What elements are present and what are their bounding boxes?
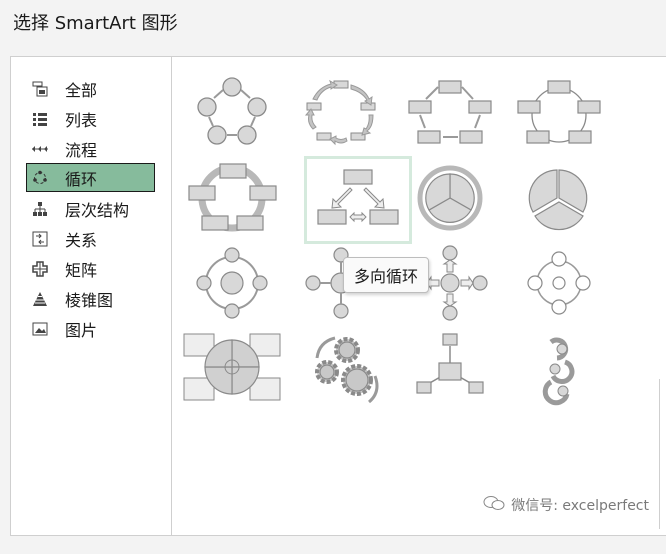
radial-venn-tile[interactable] xyxy=(398,328,502,412)
category-label: 图片 xyxy=(65,320,98,340)
hierarchy-icon xyxy=(29,198,51,220)
category-label: 矩阵 xyxy=(65,260,98,280)
category-label: 层次结构 xyxy=(65,200,130,220)
picture-icon xyxy=(29,318,51,340)
basic-cycle-tile[interactable] xyxy=(180,71,284,155)
radial-cycle-tile[interactable] xyxy=(180,243,284,327)
title-bar: 选择 SmartArt 图形 xyxy=(0,0,666,44)
text-cycle-tile[interactable] xyxy=(289,71,393,155)
cycle-matrix-radial-tile[interactable] xyxy=(507,243,611,327)
process-icon xyxy=(29,138,51,160)
category-label: 流程 xyxy=(65,140,98,160)
cycle-matrix-tile[interactable] xyxy=(180,328,284,412)
category-list-item[interactable]: 列表 xyxy=(27,105,154,132)
list-icon xyxy=(29,108,51,130)
category-hierarchy[interactable]: 层次结构 xyxy=(27,195,154,222)
watermark: 微信号: excelperfect xyxy=(483,495,649,515)
category-label: 棱锥图 xyxy=(65,290,114,310)
gallery-scrollbar[interactable] xyxy=(659,379,666,529)
basic-pie-tile[interactable] xyxy=(507,158,611,242)
category-picture[interactable]: 图片 xyxy=(27,315,154,342)
dialog-title: 选择 SmartArt 图形 xyxy=(13,13,178,34)
dialog-body: 全部 列表 流程 循环 层次结构 关系 矩阵 棱锥图 图片 多向循环 微信号: … xyxy=(10,56,666,536)
cycle-icon xyxy=(29,167,51,189)
relationship-icon xyxy=(29,228,51,250)
category-label: 全部 xyxy=(65,80,98,100)
category-process[interactable]: 流程 xyxy=(27,135,154,162)
multidirectional-cycle-tile[interactable] xyxy=(304,156,412,244)
watermark-text: 微信号: excelperfect xyxy=(511,498,649,514)
wechat-icon xyxy=(483,495,505,515)
category-label: 关系 xyxy=(65,230,98,250)
all-icon xyxy=(29,78,51,100)
category-all[interactable]: 全部 xyxy=(27,75,154,102)
category-list: 全部 列表 流程 循环 层次结构 关系 矩阵 棱锥图 图片 xyxy=(11,57,172,535)
layout-tooltip: 多向循环 xyxy=(343,257,429,293)
layout-gallery xyxy=(172,57,666,535)
block-cycle-tile[interactable] xyxy=(398,71,502,155)
segmented-cycle-tile[interactable] xyxy=(398,158,502,242)
category-matrix[interactable]: 矩阵 xyxy=(27,255,154,282)
pyramid-icon xyxy=(29,288,51,310)
category-label: 循环 xyxy=(65,169,98,189)
gear-tile[interactable] xyxy=(289,328,393,412)
matrix-icon xyxy=(29,258,51,280)
nondirectional-cycle-tile[interactable] xyxy=(507,71,611,155)
category-pyramid[interactable]: 棱锥图 xyxy=(27,285,154,312)
category-label: 列表 xyxy=(65,110,98,130)
category-cycle[interactable]: 循环 xyxy=(26,163,155,192)
spiral-cycle-tile[interactable] xyxy=(507,328,611,412)
continuous-cycle-tile[interactable] xyxy=(180,158,284,242)
category-relationship[interactable]: 关系 xyxy=(27,225,154,252)
